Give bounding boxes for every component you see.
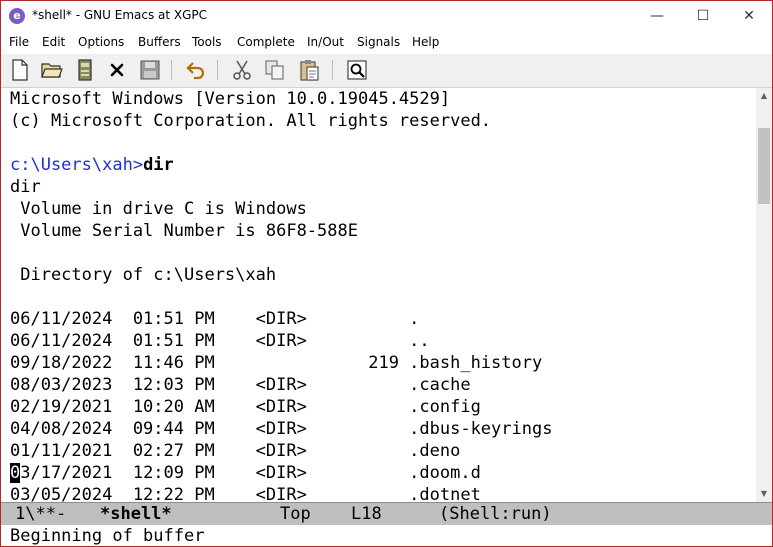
scrollbar-thumb[interactable] — [758, 128, 770, 204]
buffer-status: 1\**- — [15, 504, 67, 524]
serial-line: Volume Serial Number is 86F8-588E — [10, 221, 358, 241]
prompt-line: c:\Users\xah>dir — [10, 154, 174, 176]
window-title: *shell* - GNU Emacs at XGPC — [32, 8, 208, 22]
dir-row: 09/18/2022 11:46 PM 219 .bash_history — [10, 353, 543, 373]
menu-file[interactable]: File — [9, 35, 29, 49]
dir-row: 04/08/2024 09:44 PM <DIR> .dbus-keyrings — [10, 419, 553, 439]
toolbar-separator — [332, 60, 333, 80]
copy-icon[interactable] — [263, 58, 287, 82]
echoed-command: dir — [10, 177, 41, 197]
undo-icon[interactable] — [184, 58, 208, 82]
dir-row: 08/03/2023 12:03 PM <DIR> .cache — [10, 375, 471, 395]
scroll-up-icon[interactable]: ▲ — [756, 88, 772, 104]
toolbar-separator — [171, 60, 172, 80]
search-icon[interactable] — [345, 58, 369, 82]
header-line: Microsoft Windows [Version 10.0.19045.45… — [10, 89, 451, 109]
menu-buffers[interactable]: Buffers — [138, 35, 181, 49]
dir-row-text: 3/17/2021 12:09 PM <DIR> .doom.d — [20, 463, 481, 483]
major-mode[interactable]: (Shell:run) — [439, 504, 552, 524]
tool-bar — [1, 54, 772, 88]
close-button[interactable]: ✕ — [726, 1, 772, 31]
vertical-scrollbar[interactable]: ▲ ▼ — [756, 88, 772, 502]
open-folder-icon[interactable] — [40, 58, 64, 82]
copyright-line: (c) Microsoft Corporation. All rights re… — [10, 111, 492, 131]
menu-complete[interactable]: Complete — [237, 35, 295, 49]
dir-row: 02/19/2021 10:20 AM <DIR> .config — [10, 397, 481, 417]
dir-row: 06/11/2024 01:51 PM <DIR> .. — [10, 331, 430, 351]
title-bar[interactable]: e *shell* - GNU Emacs at XGPC — ☐ ✕ — [1, 1, 772, 31]
cut-icon[interactable] — [230, 58, 254, 82]
volume-line: Volume in drive C is Windows — [10, 199, 307, 219]
shell-buffer[interactable]: Microsoft Windows [Version 10.0.19045.45… — [1, 88, 756, 502]
echo-area: Beginning of buffer — [10, 526, 205, 546]
toolbar-separator — [217, 60, 218, 80]
line-number: L18 — [351, 504, 382, 524]
save-icon[interactable] — [73, 58, 97, 82]
dir-row-cursor: 03/17/2021 12:09 PM <DIR> .doom.d — [10, 462, 481, 484]
close-buffer-icon[interactable] — [105, 58, 129, 82]
directory-line: Directory of c:\Users\xah — [10, 265, 277, 285]
dir-row: 01/11/2021 02:27 PM <DIR> .deno — [10, 441, 461, 461]
typed-command: dir — [143, 155, 174, 175]
dir-row: 03/05/2024 12:22 PM <DIR> .dotnet — [10, 485, 481, 502]
save-as-icon[interactable] — [138, 58, 162, 82]
menu-signals[interactable]: Signals — [357, 35, 400, 49]
maximize-button[interactable]: ☐ — [680, 1, 726, 31]
emacs-window: e *shell* - GNU Emacs at XGPC — ☐ ✕ File… — [0, 0, 773, 547]
buffer-name[interactable]: *shell* — [100, 504, 172, 524]
paste-icon[interactable] — [297, 58, 321, 82]
shell-prompt: c:\Users\xah> — [10, 155, 144, 175]
scroll-down-icon[interactable]: ▼ — [756, 486, 772, 502]
mode-line[interactable]: 1\**- *shell* Top L18 (Shell:run) — [1, 502, 772, 525]
menu-tools[interactable]: Tools — [192, 35, 222, 49]
minimize-button[interactable]: — — [634, 1, 680, 31]
menu-options[interactable]: Options — [78, 35, 124, 49]
menu-bar: File Edit Options Buffers Tools Complete… — [1, 32, 772, 53]
dir-row: 06/11/2024 01:51 PM <DIR> . — [10, 309, 420, 329]
emacs-app-icon: e — [9, 8, 25, 24]
text-cursor: 0 — [10, 463, 21, 483]
menu-in-out[interactable]: In/Out — [307, 35, 344, 49]
menu-edit[interactable]: Edit — [42, 35, 65, 49]
new-file-icon[interactable] — [8, 58, 32, 82]
menu-help[interactable]: Help — [412, 35, 439, 49]
scroll-position: Top — [280, 504, 311, 524]
